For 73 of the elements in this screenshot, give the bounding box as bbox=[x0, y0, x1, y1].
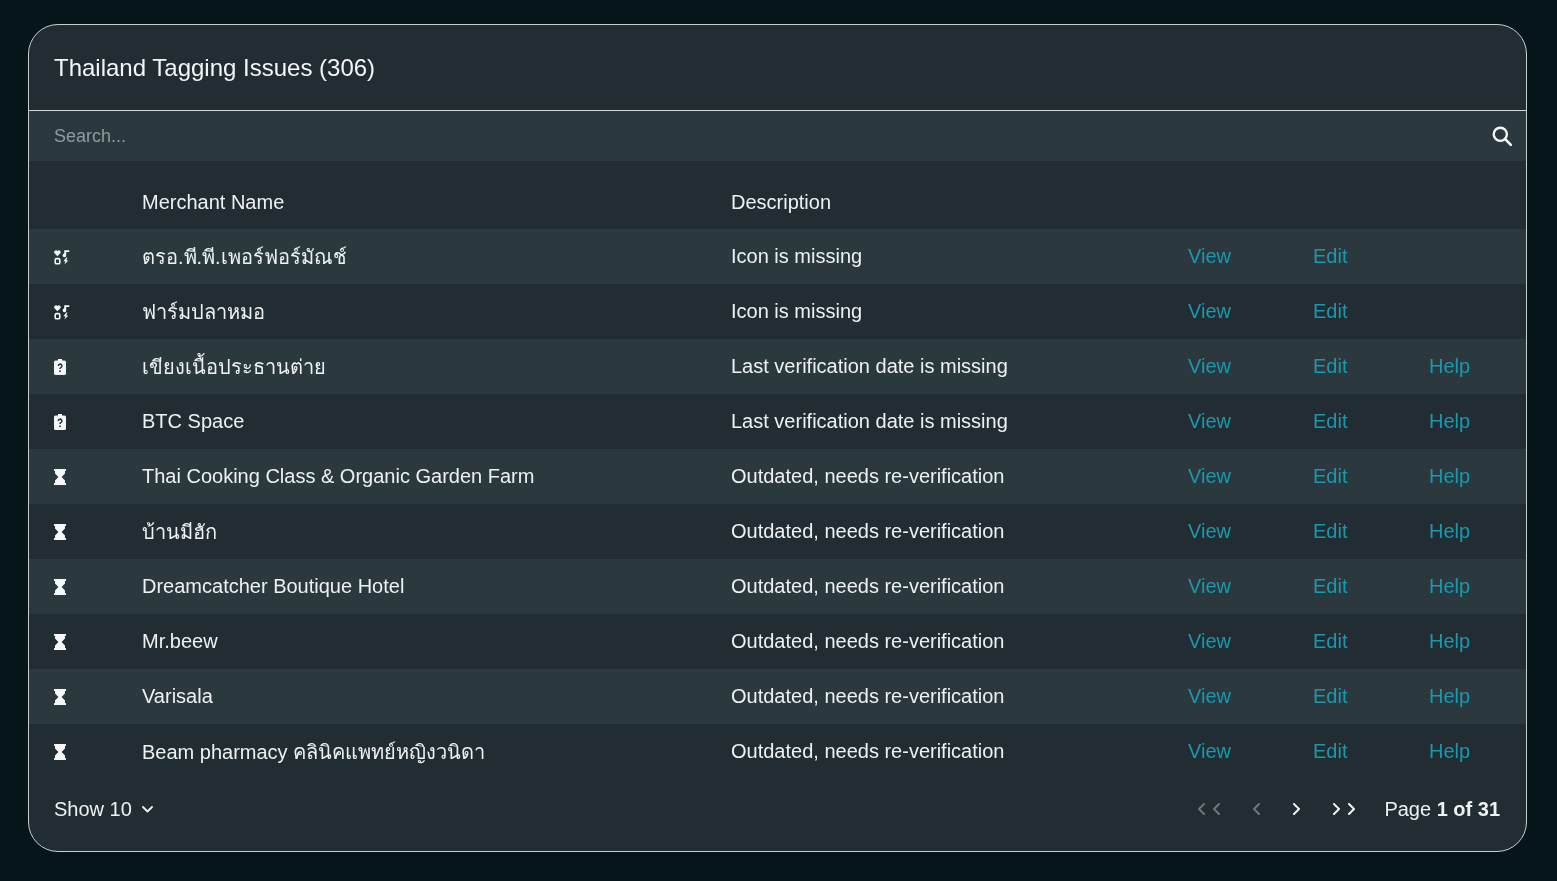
chevron-left-icon bbox=[1252, 803, 1262, 815]
chevron-down-icon bbox=[141, 805, 153, 813]
issue-description: Outdated, needs re-verification bbox=[731, 685, 1005, 708]
shapes-icon bbox=[54, 303, 70, 320]
action-link[interactable]: View bbox=[1188, 355, 1231, 378]
action-link[interactable]: View bbox=[1188, 300, 1231, 323]
merchant-name: Beam pharmacy คลินิคแพทย์หญิงวนิดา bbox=[142, 739, 486, 766]
column-header: Description bbox=[731, 190, 832, 214]
action-link[interactable]: Edit bbox=[1313, 575, 1348, 598]
shapes-icon bbox=[54, 248, 70, 265]
action-link[interactable]: Help bbox=[1429, 740, 1471, 763]
action-link[interactable]: Help bbox=[1429, 575, 1471, 598]
action-link[interactable]: View bbox=[1188, 630, 1231, 653]
search-field[interactable]: Search... bbox=[29, 111, 1526, 161]
action-link[interactable]: Edit bbox=[1313, 300, 1348, 323]
action-link[interactable]: Help bbox=[1429, 410, 1471, 433]
search-input[interactable]: Search... bbox=[54, 121, 1482, 151]
hourglass-icon bbox=[54, 523, 66, 540]
action-link[interactable]: View bbox=[1188, 575, 1231, 598]
merchant-name: Mr.beew bbox=[142, 630, 218, 653]
issue-description: Last verification date is missing bbox=[731, 355, 1008, 378]
action-link[interactable]: Edit bbox=[1313, 630, 1348, 653]
hourglass-icon bbox=[54, 578, 66, 595]
chevron-right-icon bbox=[1292, 803, 1302, 815]
issue-description: Last verification date is missing bbox=[731, 410, 1008, 433]
action-link[interactable]: Edit bbox=[1313, 685, 1348, 708]
merchant-name: Varisala bbox=[142, 685, 213, 708]
hourglass-icon bbox=[54, 468, 66, 485]
merchant-name: Thai Cooking Class & Organic Garden Farm bbox=[142, 465, 535, 488]
hourglass-icon bbox=[54, 633, 66, 650]
merchant-name: BTC Space bbox=[142, 410, 245, 433]
action-link[interactable]: View bbox=[1188, 245, 1231, 268]
issue-description: Outdated, needs re-verification bbox=[731, 520, 1005, 543]
merchant-name: บ้านมีฮัก bbox=[142, 519, 217, 545]
merchant-name: Dreamcatcher Boutique Hotel bbox=[142, 575, 405, 598]
action-link[interactable]: Edit bbox=[1313, 355, 1348, 378]
page-indicator: Page 1 of 31 bbox=[1384, 797, 1500, 821]
search-icon[interactable] bbox=[1492, 126, 1512, 146]
issue-description: Outdated, needs re-verification bbox=[731, 575, 1005, 598]
action-link[interactable]: View bbox=[1188, 465, 1231, 488]
issue-description: Outdated, needs re-verification bbox=[731, 740, 1005, 763]
issue-description: Icon is missing bbox=[731, 245, 863, 268]
action-link[interactable]: Help bbox=[1429, 355, 1471, 378]
action-link[interactable]: Help bbox=[1429, 465, 1471, 488]
action-link[interactable]: Help bbox=[1429, 685, 1471, 708]
action-link[interactable]: View bbox=[1188, 685, 1231, 708]
merchant-name: ตรอ.พี.พี.เพอร์ฟอร์มัณช์ bbox=[142, 244, 347, 270]
column-header: Merchant Name bbox=[142, 190, 285, 214]
next-page-button[interactable] bbox=[1292, 803, 1302, 815]
issue-description: Icon is missing bbox=[731, 300, 863, 323]
action-link[interactable]: Edit bbox=[1313, 465, 1348, 488]
merchant-name: ฟาร์มปลาหมอ bbox=[142, 299, 265, 325]
hourglass-icon bbox=[54, 688, 66, 705]
action-link[interactable]: Edit bbox=[1313, 245, 1348, 268]
issue-description: Outdated, needs re-verification bbox=[731, 630, 1005, 653]
clipboard-question-icon bbox=[54, 358, 66, 375]
action-link[interactable]: Edit bbox=[1313, 740, 1348, 763]
action-link[interactable]: View bbox=[1188, 740, 1231, 763]
merchant-name: เขียงเนื้อประธานต่าย bbox=[142, 352, 326, 380]
issue-description: Outdated, needs re-verification bbox=[731, 465, 1005, 488]
hourglass-icon bbox=[54, 743, 66, 760]
double-chevron-left-icon bbox=[1197, 803, 1222, 815]
panel-title: Thailand Tagging Issues (306) bbox=[54, 53, 376, 82]
last-page-button[interactable] bbox=[1332, 803, 1357, 815]
double-chevron-right-icon bbox=[1332, 803, 1357, 815]
action-link[interactable]: Help bbox=[1429, 630, 1471, 653]
action-link[interactable]: View bbox=[1188, 410, 1231, 433]
action-link[interactable]: View bbox=[1188, 520, 1231, 543]
action-link[interactable]: Edit bbox=[1313, 520, 1348, 543]
page-size-dropdown[interactable]: Show 10 bbox=[54, 797, 153, 821]
action-link[interactable]: Help bbox=[1429, 520, 1471, 543]
clipboard-question-icon bbox=[54, 413, 66, 430]
action-link[interactable]: Edit bbox=[1313, 410, 1348, 433]
